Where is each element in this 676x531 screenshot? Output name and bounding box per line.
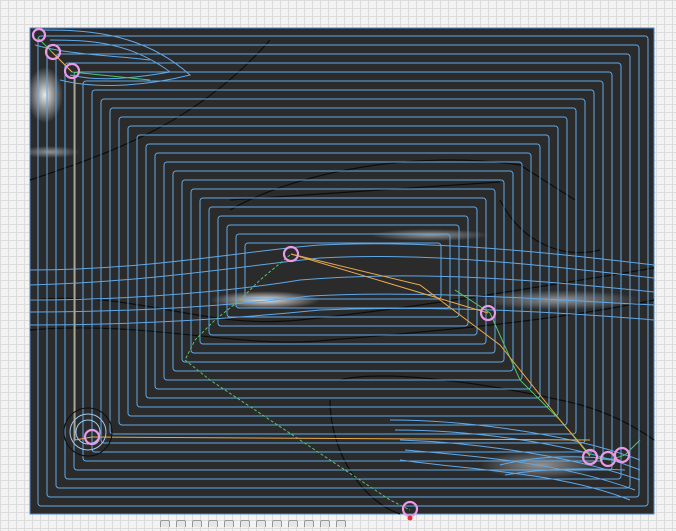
view-front-icon[interactable]: [160, 519, 170, 527]
zoom-icon[interactable]: [224, 519, 234, 527]
viewport-toolbar: [160, 519, 346, 527]
camera-icon[interactable]: [304, 519, 314, 527]
display-mode-icon[interactable]: [256, 519, 266, 527]
stock-surface: [29, 27, 655, 515]
settings-icon[interactable]: [320, 519, 330, 527]
grid-toggle-icon[interactable]: [272, 519, 282, 527]
pan-icon[interactable]: [208, 519, 218, 527]
orbit-icon[interactable]: [192, 519, 202, 527]
help-icon[interactable]: [336, 519, 346, 527]
selected-point: [407, 515, 413, 521]
view-top-icon[interactable]: [176, 519, 186, 527]
cam-viewport[interactable]: [0, 0, 676, 527]
toolpath-canvas[interactable]: [0, 0, 676, 527]
fit-icon[interactable]: [240, 519, 250, 527]
layout-icon[interactable]: [288, 519, 298, 527]
